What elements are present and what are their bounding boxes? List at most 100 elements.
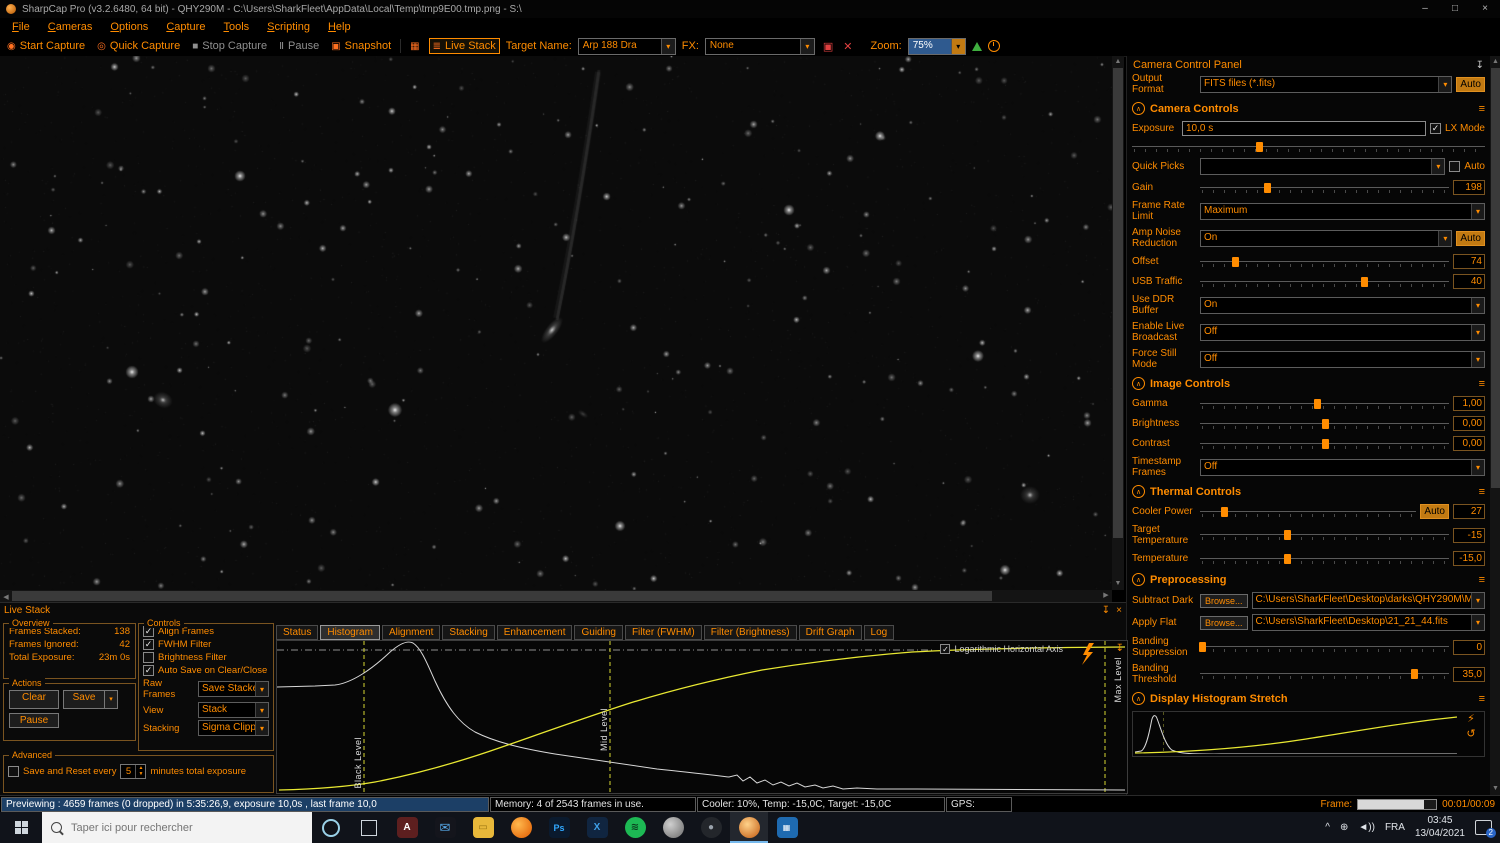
target-temperature-slider-thumb[interactable] [1284, 530, 1291, 540]
app-dark-button[interactable]: ● [692, 812, 730, 843]
phd2-button[interactable] [654, 812, 692, 843]
clock[interactable]: 03:45 13/04/2021 [1415, 815, 1465, 840]
ddr-buffer-dropdown[interactable]: On ▾ [1200, 297, 1485, 314]
file-explorer-button[interactable]: ▭ [464, 812, 502, 843]
pin-icon[interactable]: ↧ [1102, 605, 1110, 616]
chevron-down-icon[interactable]: ▾ [1471, 352, 1484, 367]
gain-slider[interactable] [1200, 182, 1449, 194]
target-name-combo[interactable]: Arp 188 Dra ▾ [578, 38, 676, 55]
contrast-slider[interactable] [1200, 438, 1449, 450]
app-grid-button[interactable]: ▦ [768, 812, 806, 843]
live-stack-button[interactable]: ≣ Live Stack [429, 38, 500, 54]
hamburger-icon[interactable]: ≡ [1479, 574, 1485, 586]
contrast-slider-thumb[interactable] [1322, 439, 1329, 449]
network-icon[interactable]: ⊕ [1340, 822, 1348, 833]
collapse-icon[interactable]: ∧ [1132, 573, 1145, 586]
auto-stretch-icon[interactable]: ⚡ [1467, 714, 1475, 725]
horizontal-scroll-thumb[interactable] [12, 591, 992, 601]
timer-icon[interactable] [988, 40, 1000, 52]
menu-capture[interactable]: Capture [158, 20, 213, 34]
app-red-button[interactable]: A [388, 812, 426, 843]
contrast-value[interactable]: 0,00 [1453, 436, 1485, 451]
gain-slider-thumb[interactable] [1264, 183, 1271, 193]
cooler-power-slider-thumb[interactable] [1221, 507, 1228, 517]
vertical-scroll-thumb[interactable] [1113, 68, 1123, 538]
menu-scripting[interactable]: Scripting [259, 20, 318, 34]
save-dropdown-arrow[interactable]: ▾ [105, 690, 118, 709]
tab-filter-brightness[interactable]: Filter (Brightness) [704, 625, 797, 640]
exposure-input[interactable] [1182, 121, 1426, 136]
view-dropdown[interactable]: Stack▾ [198, 702, 269, 718]
banding-suppression-value[interactable]: 0 [1453, 640, 1485, 655]
offset-value[interactable]: 74 [1453, 254, 1485, 269]
subtract-dark-dropdown[interactable]: C:\Users\SharkFleet\Desktop\darks\QHY290… [1252, 592, 1485, 609]
chevron-down-icon[interactable]: ▾ [255, 703, 268, 717]
subtract-dark-browse-button[interactable]: Browse... [1200, 594, 1248, 608]
save-button[interactable]: Save [63, 690, 105, 709]
image-vertical-scrollbar[interactable]: ▲ ▼ [1112, 56, 1124, 590]
banding-threshold-slider-thumb[interactable] [1411, 669, 1418, 679]
close-button[interactable]: × [1470, 0, 1500, 18]
live-broadcast-dropdown[interactable]: Off ▾ [1200, 324, 1485, 341]
temperature-slider-thumb[interactable] [1284, 554, 1291, 564]
selection-area-icon[interactable]: ▣ [821, 40, 835, 53]
gain-value[interactable]: 198 [1453, 180, 1485, 195]
panel-vertical-scrollbar[interactable]: ▲ ▼ [1490, 56, 1500, 795]
image-controls-section-header[interactable]: ∧ Image Controls ≡ [1132, 377, 1485, 390]
chevron-down-icon[interactable]: ▾ [1471, 204, 1484, 219]
cooler-auto-button[interactable]: Auto [1420, 504, 1449, 519]
menu-options[interactable]: Options [102, 20, 156, 34]
taskbar-search[interactable] [42, 812, 312, 843]
fwhm-filter-checkbox[interactable] [143, 639, 154, 650]
output-format-dropdown[interactable]: FITS files (*.fits) ▾ [1200, 76, 1452, 93]
display-histogram-stretch-chart[interactable]: ⚡ ↺ [1132, 711, 1485, 757]
apply-flat-dropdown[interactable]: C:\Users\SharkFleet\Desktop\21_21_44.fit… [1252, 614, 1485, 631]
pin-icon[interactable]: ↧ [1476, 60, 1484, 71]
target-temperature-value[interactable]: -15 [1453, 528, 1485, 543]
start-capture-button[interactable]: ◉ Start Capture [4, 39, 88, 53]
clear-button[interactable]: Clear [9, 690, 59, 709]
auto-save-checkbox[interactable] [143, 665, 154, 676]
tab-alignment[interactable]: Alignment [382, 625, 440, 640]
chevron-down-icon[interactable]: ▾ [1431, 159, 1444, 174]
chevron-down-icon[interactable]: ▾ [1471, 325, 1484, 340]
sharpcap-taskbar-button[interactable] [730, 812, 768, 843]
stepper-down-icon[interactable]: ▼ [136, 771, 145, 777]
force-still-dropdown[interactable]: Off ▾ [1200, 351, 1485, 368]
exposure-slider-thumb[interactable] [1256, 142, 1263, 152]
output-format-auto-button[interactable]: Auto [1456, 77, 1485, 92]
quick-picks-auto-checkbox[interactable] [1449, 161, 1460, 172]
brightness-slider-thumb[interactable] [1322, 419, 1329, 429]
quick-capture-button[interactable]: ◎ Quick Capture [94, 39, 183, 53]
photoshop-button[interactable]: Ps [540, 812, 578, 843]
collapse-icon[interactable]: ∧ [1132, 485, 1145, 498]
auto-stretch-icon[interactable] [1082, 643, 1094, 665]
image-horizontal-scrollbar[interactable]: ◀ ▶ [0, 590, 1112, 602]
notification-center-button[interactable]: 2 [1475, 820, 1492, 835]
usb-traffic-value[interactable]: 40 [1453, 274, 1485, 289]
quick-picks-dropdown[interactable]: ▾ [1200, 158, 1445, 175]
scroll-up-icon[interactable]: ▲ [1490, 56, 1500, 68]
app-x-button[interactable]: X [578, 812, 616, 843]
tab-filter-fwhm[interactable]: Filter (FWHM) [625, 625, 702, 640]
gamma-slider-thumb[interactable] [1314, 399, 1321, 409]
tab-status[interactable]: Status [276, 625, 318, 640]
hamburger-icon[interactable]: ≡ [1479, 103, 1485, 115]
maximize-button[interactable]: □ [1440, 0, 1470, 18]
tab-drift-graph[interactable]: Drift Graph [799, 625, 862, 640]
chevron-down-icon[interactable]: ▾ [1471, 298, 1484, 313]
scroll-right-icon[interactable]: ▶ [1100, 590, 1112, 602]
banding-suppression-slider[interactable] [1200, 641, 1449, 653]
hamburger-icon[interactable]: ≡ [1479, 486, 1485, 498]
tab-guiding[interactable]: Guiding [574, 625, 622, 640]
chevron-down-icon[interactable]: ▾ [951, 39, 965, 54]
temperature-slider[interactable] [1200, 553, 1449, 565]
menu-tools[interactable]: Tools [215, 20, 257, 34]
zoom-combo[interactable]: 75% ▾ [908, 38, 966, 55]
thermal-controls-section-header[interactable]: ∧ Thermal Controls ≡ [1132, 485, 1485, 498]
level-indicator-icon[interactable] [972, 42, 982, 51]
target-temperature-slider[interactable] [1200, 529, 1449, 541]
minimize-button[interactable]: – [1410, 0, 1440, 18]
chevron-down-icon[interactable]: ▾ [1438, 231, 1451, 246]
search-input[interactable] [69, 821, 263, 835]
